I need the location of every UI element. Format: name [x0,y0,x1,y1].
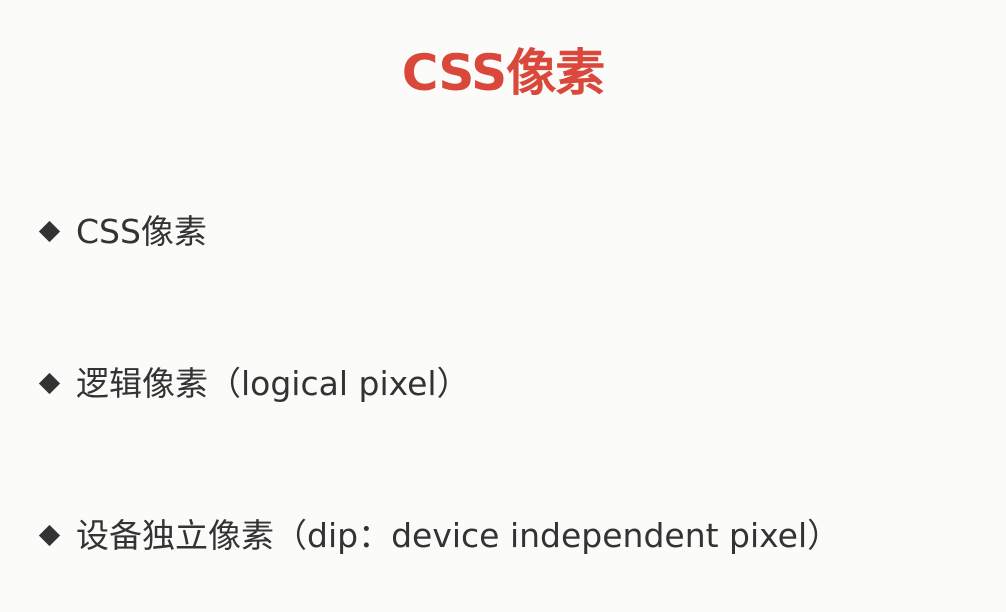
bullet-item-device-independent-pixel: 设备独立像素（dip：device independent pixel） [36,512,840,560]
slide: CSS像素 CSS像素 逻辑像素（logical pixel） 设备独立像素（d… [0,0,1006,612]
bullet-item-logical-pixel: 逻辑像素（logical pixel） [36,360,470,408]
bullet-text: 逻辑像素（logical pixel） [76,364,470,403]
diamond-bullet-icon [36,522,64,550]
diamond-bullet-icon [36,370,64,398]
bullet-item-css-pixel: CSS像素 [36,208,207,256]
bullet-text: CSS像素 [76,212,207,251]
diamond-bullet-icon [36,218,64,246]
slide-title: CSS像素 [401,44,605,102]
bullet-text: 设备独立像素（dip：device independent pixel） [76,516,841,555]
